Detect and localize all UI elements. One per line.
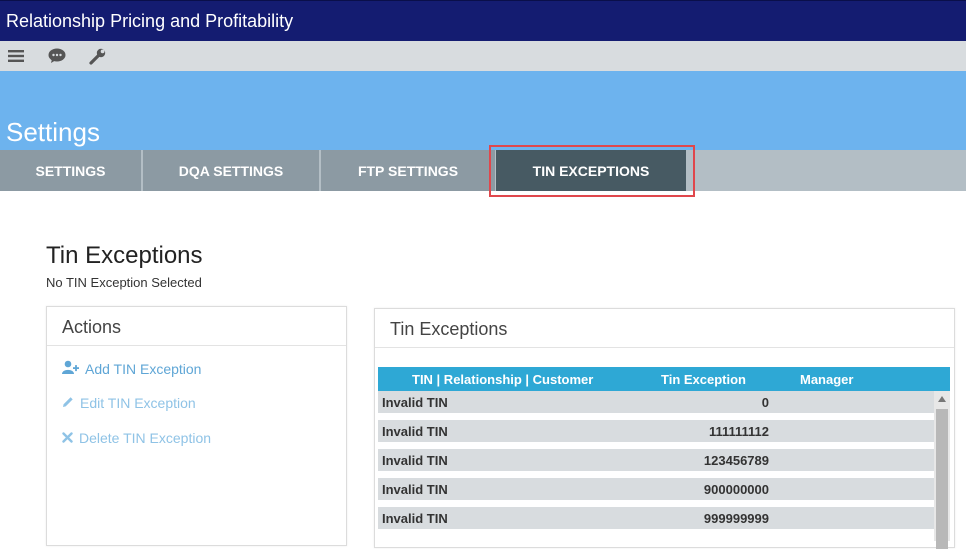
tab-settings[interactable]: SETTINGS	[0, 150, 141, 191]
tab-label: DQA SETTINGS	[178, 162, 284, 179]
tab-dqa-settings[interactable]: DQA SETTINGS	[143, 150, 319, 191]
tin-cell: Invalid TIN	[382, 395, 448, 410]
chat-icon[interactable]	[48, 47, 66, 65]
menu-icon[interactable]	[7, 47, 25, 65]
actions-panel-title: Actions	[47, 307, 346, 346]
pencil-icon	[62, 395, 74, 411]
action-label: Edit TIN Exception	[80, 395, 196, 411]
app-title: Relationship Pricing and Profitability	[6, 11, 294, 31]
page-heading: Settings	[6, 117, 100, 147]
x-icon	[62, 430, 73, 446]
actions-panel: Actions Add TIN Exception Edit TIN Excep…	[46, 306, 347, 546]
add-tin-exception-button[interactable]: Add TIN Exception	[62, 360, 201, 377]
grid-scrollbar[interactable]	[934, 391, 950, 549]
tin-exceptions-grid-panel: Tin Exceptions TIN | Relationship | Cust…	[374, 308, 955, 549]
tab-label: FTP SETTINGS	[357, 162, 459, 179]
tin-exception-cell: 900000000	[703, 482, 769, 497]
tab-label: SETTINGS	[35, 162, 106, 179]
tin-cell: Invalid TIN	[382, 482, 448, 497]
action-label: Add TIN Exception	[85, 360, 202, 377]
tin-exception-cell: 999999999	[703, 511, 769, 526]
column-header-tin-exception[interactable]: Tin Exception	[661, 372, 746, 387]
table-row[interactable]: Invalid TIN 111111112	[378, 420, 934, 443]
scroll-up-arrow-icon[interactable]	[934, 391, 950, 407]
tin-cell: Invalid TIN	[382, 511, 448, 526]
tin-exception-cell: 111111112	[708, 424, 769, 439]
scrollbar-thumb[interactable]	[936, 409, 948, 549]
grid-header-row: TIN | Relationship | Customer Tin Except…	[378, 367, 950, 391]
add-user-icon	[62, 360, 79, 377]
tin-cell: Invalid TIN	[382, 424, 448, 439]
column-header-tin[interactable]: TIN | Relationship | Customer	[412, 372, 593, 387]
column-header-manager[interactable]: Manager	[800, 372, 853, 387]
table-row[interactable]: Invalid TIN 900000000	[378, 478, 934, 501]
action-label: Delete TIN Exception	[79, 430, 212, 446]
tab-ftp-settings[interactable]: FTP SETTINGS	[321, 150, 495, 191]
active-tab-highlight	[489, 145, 695, 197]
selection-status: No TIN Exception Selected	[46, 275, 202, 290]
tin-exception-cell: 123456789	[703, 453, 769, 468]
app-title-bar: Relationship Pricing and Profitability	[0, 0, 966, 41]
wrench-icon[interactable]	[88, 47, 106, 65]
tin-exception-cell: 0	[761, 395, 769, 410]
table-row[interactable]: Invalid TIN 0	[378, 391, 934, 414]
settings-tab-bar: SETTINGS DQA SETTINGS FTP SETTINGS TIN E…	[0, 150, 966, 191]
table-row[interactable]: Invalid TIN 123456789	[378, 449, 934, 472]
table-row[interactable]: Invalid TIN 999999999	[378, 507, 934, 530]
grid-panel-title: Tin Exceptions	[375, 309, 954, 348]
tin-cell: Invalid TIN	[382, 453, 448, 468]
delete-tin-exception-button[interactable]: Delete TIN Exception	[62, 430, 211, 446]
edit-tin-exception-button[interactable]: Edit TIN Exception	[62, 395, 196, 411]
page-title: Tin Exceptions	[46, 242, 203, 269]
toolbar	[0, 41, 966, 71]
settings-header-banner: Settings	[0, 71, 966, 151]
